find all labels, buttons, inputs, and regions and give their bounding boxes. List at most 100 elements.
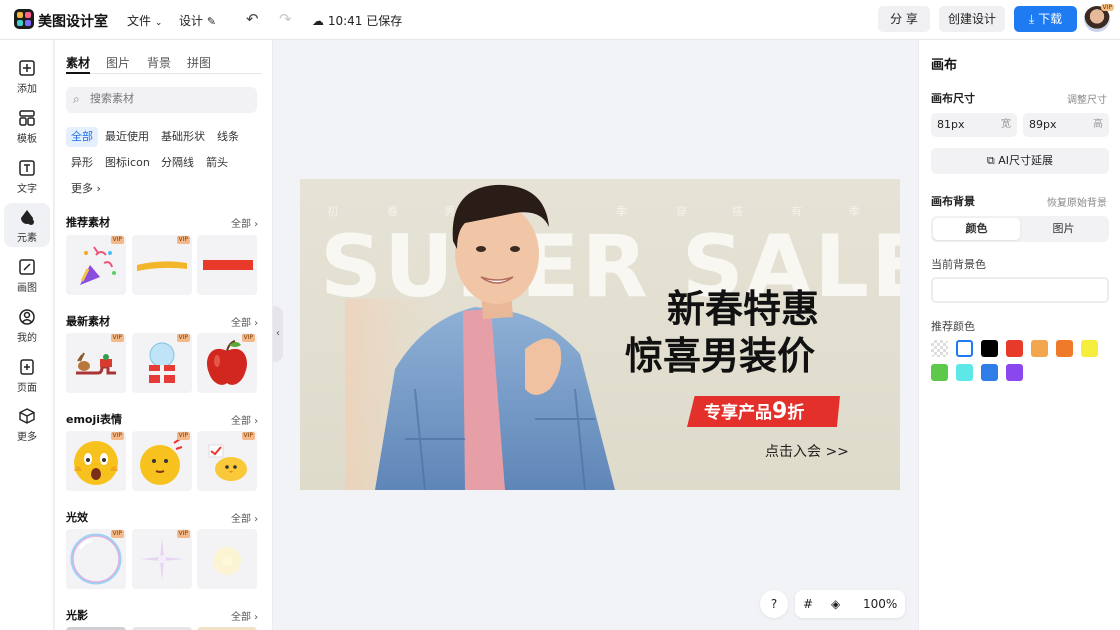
panel-title: 画布 (931, 58, 958, 73)
adjust-size-link[interactable]: 调整尺寸 (1067, 91, 1107, 106)
chip-arrows[interactable]: 箭头 (201, 153, 233, 173)
save-status: ☁ 10:41 已保存 (312, 14, 403, 28)
rail-item-more[interactable]: 更多 (4, 402, 50, 446)
chip-irregular[interactable]: 异形 (66, 153, 98, 173)
section-all-link[interactable]: 全部 › (231, 215, 258, 230)
grid-icon[interactable]: # (803, 590, 813, 618)
draw-icon (18, 258, 36, 276)
color-swatch[interactable] (1081, 340, 1098, 357)
color-swatch[interactable] (981, 364, 998, 381)
tab-collage[interactable]: 拼图 (187, 54, 211, 71)
section-all-link[interactable]: 全部 › (231, 510, 258, 525)
redo-icon[interactable]: ↷ (279, 10, 292, 28)
section-title-recommended: 推荐素材 (66, 216, 110, 229)
zoom-level[interactable]: 100% (863, 590, 897, 618)
section-all-link[interactable]: 全部 › (231, 608, 258, 623)
asset-thumb-scared-emoji[interactable]: VIP (66, 431, 126, 491)
search-box[interactable]: ⌕ (66, 87, 257, 113)
chip-dividers[interactable]: 分隔线 (156, 153, 199, 173)
height-field[interactable]: 89px 高 (1023, 113, 1109, 137)
section-all-link[interactable]: 全部 › (231, 412, 258, 427)
tab-backgrounds[interactable]: 背景 (147, 54, 171, 71)
asset-panel: 素材 图片 背景 拼图 ⌕ 全部 最近使用 基础形状 线条 异形 图标icon … (55, 40, 273, 630)
asset-tabs: 素材 图片 背景 拼图 (66, 54, 262, 74)
collapse-panel-handle[interactable]: ‹ (273, 306, 283, 362)
rail-item-text[interactable]: 文字 (4, 154, 50, 198)
color-swatch[interactable] (931, 364, 948, 381)
asset-thumb-yellow-stroke[interactable]: VIP (132, 235, 192, 295)
canvas-size-label: 画布尺寸 (931, 92, 975, 105)
color-swatch[interactable] (956, 364, 973, 381)
download-button[interactable]: ⤓ 下载 (1014, 6, 1077, 32)
color-swatch[interactable] (981, 340, 998, 357)
model-photo[interactable] (345, 179, 635, 490)
background-type-toggle: 颜色 图片 (931, 216, 1109, 242)
asset-thumb-glow[interactable] (197, 529, 257, 589)
color-swatch[interactable] (1056, 340, 1073, 357)
width-field[interactable]: 81px 宽 (931, 113, 1017, 137)
asset-thumb-party-popper[interactable]: VIP (66, 235, 126, 295)
headline-line-2[interactable]: 惊喜男装价 (625, 325, 815, 380)
plus-square-icon (18, 59, 36, 77)
asset-thumb-snow-globe-gift[interactable]: VIP (132, 333, 192, 393)
asset-thumb-thinking-emoji[interactable]: VIP (132, 431, 192, 491)
bg-option-image[interactable]: 图片 (1020, 218, 1107, 240)
chip-all[interactable]: 全部 (66, 127, 98, 147)
asset-thumb-red-apple[interactable]: VIP (197, 333, 257, 393)
asset-thumb-reindeer-sleigh[interactable]: VIP (66, 333, 126, 393)
app-logo-icon[interactable] (14, 9, 34, 29)
rail-item-elements[interactable]: 元素 (4, 203, 50, 247)
asset-thumb-chick-emoji[interactable]: VIP (197, 431, 257, 491)
ai-resize-icon: ⧉ (986, 154, 995, 167)
join-member-link[interactable]: 点击入会 >> (765, 441, 849, 461)
section-all-link[interactable]: 全部 › (231, 314, 258, 329)
view-toolbar: # ◈ 100% (795, 590, 905, 618)
color-swatch[interactable] (956, 340, 973, 357)
vip-badge: VIP (1100, 4, 1114, 11)
rail-item-mine[interactable]: 我的 (4, 303, 50, 347)
tab-images[interactable]: 图片 (106, 54, 130, 71)
rail-item-add[interactable]: 添加 (4, 54, 50, 98)
search-input[interactable] (90, 92, 250, 105)
share-button[interactable]: 分 享 (878, 6, 930, 32)
asset-thumb-red-bar[interactable] (197, 235, 257, 295)
rail-item-template[interactable]: 模板 (4, 104, 50, 148)
create-design-button[interactable]: 创建设计 (939, 6, 1005, 32)
help-button[interactable]: ? (760, 590, 788, 618)
chip-more[interactable]: 更多 › (66, 179, 106, 199)
template-icon (18, 109, 36, 127)
left-rail: 添加 模板 文字 元素 画图 我的 页面 更多 (0, 40, 54, 630)
design-canvas[interactable]: 初 春 男 季 穿 搭 有 季 SUPER SALE 新春特惠 惊喜男装价 专享… (300, 179, 900, 490)
rail-item-draw[interactable]: 画图 (4, 253, 50, 297)
edit-icon: ✎ (206, 15, 217, 28)
bg-option-color[interactable]: 颜色 (933, 218, 1020, 240)
add-page-icon (18, 358, 36, 376)
color-swatch[interactable] (1031, 340, 1048, 357)
asset-thumb-bubble[interactable]: VIP (66, 529, 126, 589)
tab-materials[interactable]: 素材 (66, 54, 91, 74)
section-title-emoji: emoji表情 (66, 413, 123, 426)
recommended-colors-label: 推荐颜色 (931, 320, 975, 333)
asset-thumb-sparkle[interactable]: VIP (132, 529, 192, 589)
design-menu[interactable]: 设计 ✎ (179, 12, 216, 29)
app-name: 美图设计室 (38, 14, 108, 30)
layers-icon[interactable]: ◈ (831, 590, 840, 618)
color-swatch[interactable] (931, 340, 948, 357)
chip-recent[interactable]: 最近使用 (100, 127, 154, 147)
restore-background-link[interactable]: 恢复原始背景 (1047, 194, 1107, 209)
current-bg-color-field[interactable] (931, 277, 1109, 303)
avatar[interactable]: VIP (1084, 4, 1114, 32)
chip-lines[interactable]: 线条 (212, 127, 244, 147)
ai-resize-button[interactable]: ⧉ AI尺寸延展 (931, 148, 1109, 174)
chip-icons[interactable]: 图标icon (100, 153, 155, 173)
text-icon (18, 159, 36, 177)
file-menu[interactable]: 文件 ⌄ (127, 12, 162, 29)
chevron-right-icon: › (96, 182, 101, 195)
color-swatch[interactable] (1006, 364, 1023, 381)
section-title-newest: 最新素材 (66, 315, 110, 328)
chip-basic-shapes[interactable]: 基础形状 (156, 127, 210, 147)
discount-ribbon[interactable]: 专享产品9折 (687, 396, 840, 427)
undo-icon[interactable]: ↶ (246, 10, 259, 28)
color-swatch[interactable] (1006, 340, 1023, 357)
rail-item-pages[interactable]: 页面 (4, 353, 50, 397)
